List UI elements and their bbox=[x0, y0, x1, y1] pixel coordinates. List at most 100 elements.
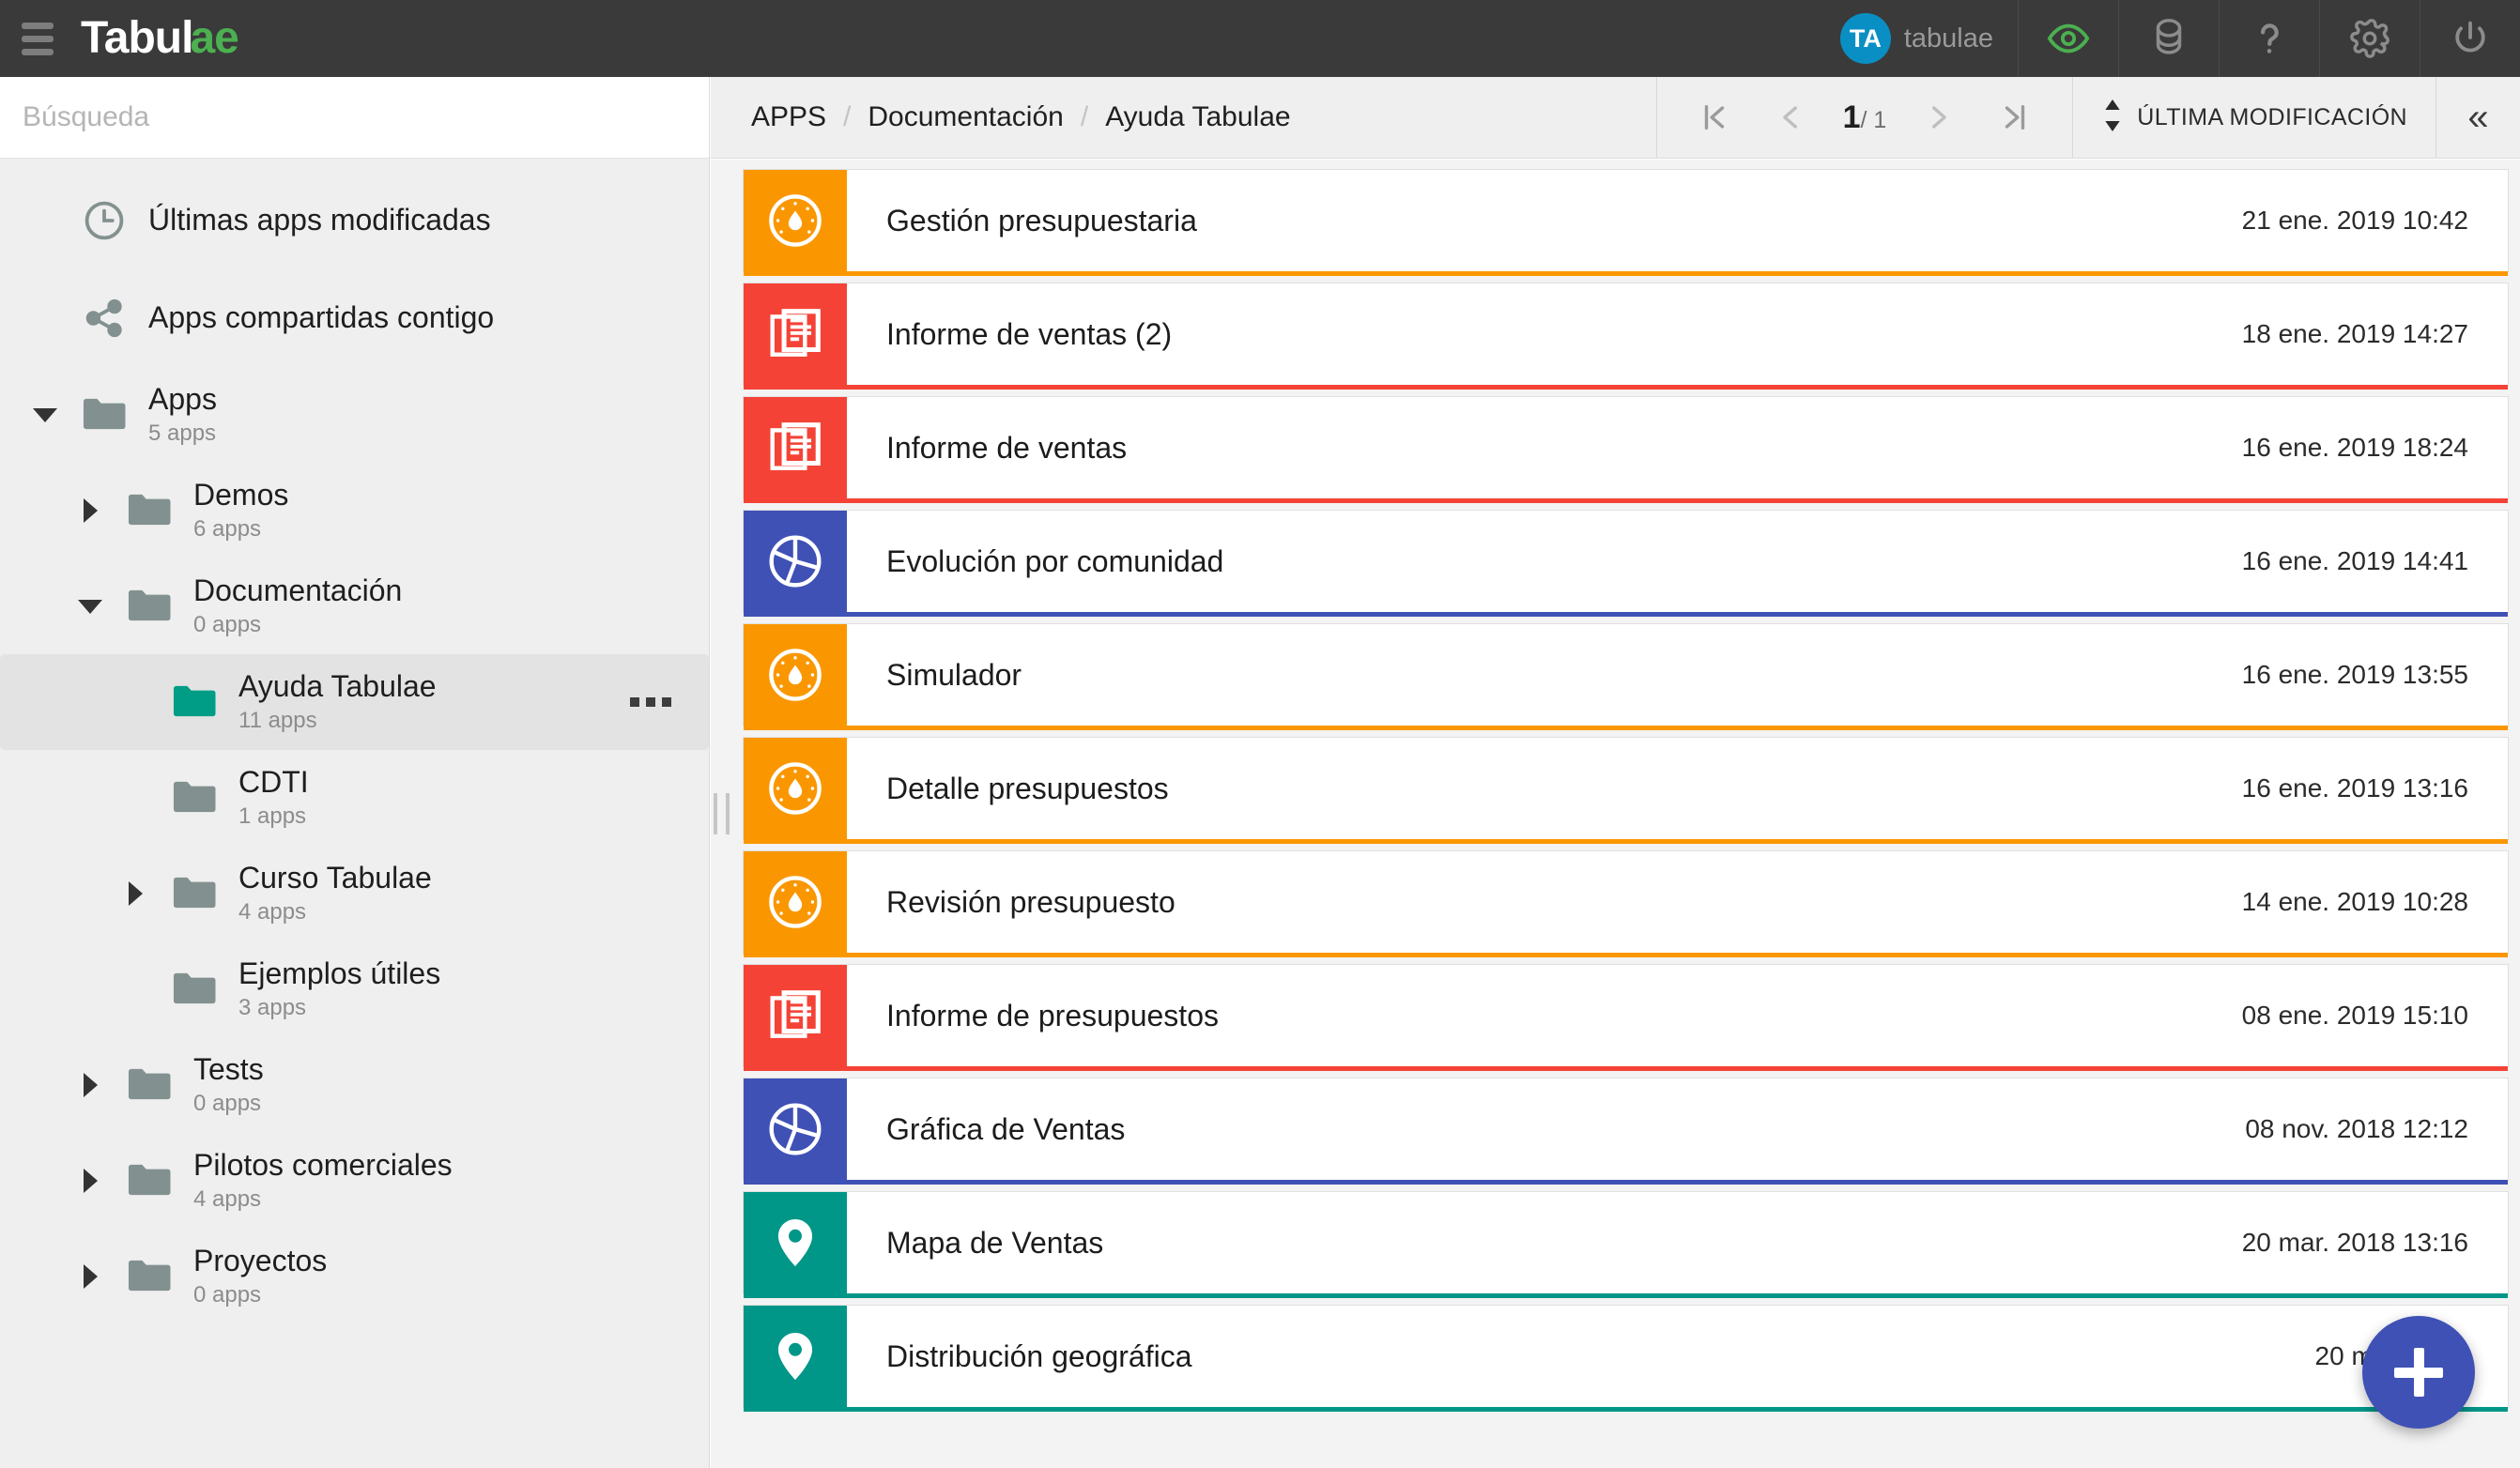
app-name: Gráfica de Ventas bbox=[886, 1111, 1126, 1146]
add-app-button[interactable] bbox=[2362, 1316, 2475, 1429]
user-menu[interactable]: TA tabulae bbox=[1823, 0, 2018, 77]
folder-options-icon[interactable] bbox=[630, 697, 671, 707]
database-icon[interactable] bbox=[2118, 0, 2219, 77]
app-modified-date: 16 ene. 2019 13:16 bbox=[2241, 773, 2468, 803]
previous-page-button[interactable] bbox=[1753, 77, 1830, 159]
folder-icon bbox=[116, 485, 182, 536]
current-page: 1 bbox=[1842, 99, 1861, 135]
sidebar-item-shared-apps[interactable]: Apps compartidas contigo bbox=[0, 269, 709, 367]
sidebar-item-label: Ejemplos útiles bbox=[238, 956, 441, 990]
search-bar[interactable] bbox=[0, 77, 709, 159]
power-icon[interactable] bbox=[2420, 0, 2520, 77]
first-page-button[interactable] bbox=[1676, 77, 1753, 159]
chevron-down-icon[interactable] bbox=[64, 599, 116, 614]
app-card[interactable]: Gráfica de Ventas 08 nov. 2018 12:12 bbox=[743, 1078, 2509, 1185]
app-logo[interactable]: Tabul ae bbox=[81, 13, 239, 63]
app-card[interactable]: Evolución por comunidad 16 ene. 2019 14:4… bbox=[743, 510, 2509, 617]
app-modified-date: 21 ene. 2019 10:42 bbox=[2241, 206, 2468, 235]
sidebar-item-text: Proyectos 0 apps bbox=[193, 1244, 327, 1310]
breadcrumb-separator: / bbox=[1080, 101, 1089, 132]
app-modified-date: 08 ene. 2019 15:10 bbox=[2241, 1001, 2468, 1030]
pie-icon bbox=[744, 511, 847, 612]
sidebar-folder-apps[interactable]: Apps 5 apps bbox=[0, 367, 709, 463]
sidebar-folder-curso-tabulae[interactable]: Curso Tabulae 4 apps bbox=[0, 846, 709, 941]
splitter-grip bbox=[713, 793, 730, 834]
eye-icon[interactable] bbox=[2018, 0, 2118, 77]
folder-icon bbox=[161, 772, 227, 823]
sidebar-item-recent-apps[interactable]: Últimas apps modificadas bbox=[0, 172, 709, 269]
sort-label: ÚLTIMA MODIFICACIÓN bbox=[2137, 103, 2407, 130]
breadcrumb-separator: / bbox=[843, 101, 852, 132]
tree-rows-container: Apps 5 apps Demos 6 apps Documentación 0 apps… bbox=[0, 367, 709, 1324]
sort-control[interactable]: ÚLTIMA MODIFICACIÓN bbox=[2072, 77, 2435, 158]
search-input[interactable] bbox=[23, 101, 668, 133]
username-label: tabulae bbox=[1903, 23, 1993, 54]
breadcrumb-item-apps[interactable]: APPS bbox=[751, 101, 826, 133]
app-name: Distribución geográfica bbox=[886, 1338, 1192, 1373]
logo-text-accent: ae bbox=[190, 13, 238, 63]
app-name: Gestión presupuestaria bbox=[886, 203, 1197, 237]
sidebar-folder-pilotos-comerciales[interactable]: Pilotos comerciales 4 apps bbox=[0, 1133, 709, 1229]
app-card[interactable]: Simulador 16 ene. 2019 13:55 bbox=[743, 623, 2509, 730]
total-pages: / 1 bbox=[1860, 106, 1887, 133]
folder-icon bbox=[71, 390, 137, 440]
sidebar-folder-ayuda-tabulae[interactable]: Ayuda Tabulae 11 apps bbox=[0, 654, 709, 750]
sidebar-item-label: Proyectos bbox=[193, 1243, 328, 1277]
sidebar-item-text: CDTI 1 apps bbox=[238, 765, 309, 832]
app-card[interactable]: Revisión presupuesto 14 ene. 2019 10:28 bbox=[743, 850, 2509, 957]
chevron-right-icon[interactable] bbox=[64, 1264, 116, 1289]
sidebar-folder-documentaci-n[interactable]: Documentación 0 apps bbox=[0, 558, 709, 654]
top-bar: Tabul ae TA tabulae bbox=[0, 0, 2520, 77]
sidebar-folder-cdti[interactable]: CDTI 1 apps bbox=[0, 750, 709, 846]
app-card[interactable]: Informe de ventas (2) 18 ene. 2019 14:27 bbox=[743, 283, 2509, 390]
sidebar-item-count: 4 apps bbox=[238, 899, 307, 925]
app-card[interactable]: Mapa de Ventas 20 mar. 2018 13:16 bbox=[743, 1191, 2509, 1298]
app-name: Revisión presupuesto bbox=[886, 884, 1175, 919]
breadcrumb-item-documentacion[interactable]: Documentación bbox=[868, 101, 1063, 133]
panel-splitter[interactable] bbox=[711, 160, 731, 1468]
chevron-down-icon[interactable] bbox=[19, 407, 71, 422]
chevron-right-icon[interactable] bbox=[64, 498, 116, 523]
sidebar-item-count: 0 apps bbox=[193, 1091, 262, 1117]
sidebar-item-text: Últimas apps modificadas bbox=[148, 203, 491, 238]
sidebar-item-text: Ayuda Tabulae 11 apps bbox=[238, 669, 437, 736]
chevron-right-icon[interactable] bbox=[64, 1169, 116, 1193]
chevron-right-icon[interactable] bbox=[109, 881, 161, 906]
sidebar-folder-demos[interactable]: Demos 6 apps bbox=[0, 463, 709, 558]
sidebar-item-label: Ayuda Tabulae bbox=[238, 668, 437, 703]
sidebar-item-label: Curso Tabulae bbox=[238, 860, 432, 895]
app-name: Evolución por comunidad bbox=[886, 543, 1224, 578]
folder-icon bbox=[116, 1251, 182, 1302]
app-card[interactable]: Informe de presupuestos 08 ene. 2019 15:1… bbox=[743, 964, 2509, 1071]
hamburger-icon[interactable] bbox=[0, 0, 75, 77]
sidebar-item-label: Apps compartidas contigo bbox=[148, 300, 495, 335]
chevron-right-icon[interactable] bbox=[64, 1073, 116, 1097]
app-card[interactable]: Informe de ventas 16 ene. 2019 18:24 bbox=[743, 396, 2509, 503]
sidebar-folder-tests[interactable]: Tests 0 apps bbox=[0, 1037, 709, 1133]
gauge-icon bbox=[744, 738, 847, 839]
help-icon[interactable] bbox=[2219, 0, 2319, 77]
sidebar-item-count: 0 apps bbox=[193, 1282, 262, 1308]
collapse-panel-button[interactable]: « bbox=[2435, 77, 2520, 158]
sidebar-item-count: 5 apps bbox=[148, 421, 217, 447]
sidebar-item-text: Pilotos comerciales 4 apps bbox=[193, 1148, 453, 1215]
app-card[interactable]: Gestión presupuestaria 21 ene. 2019 10:42 bbox=[743, 169, 2509, 276]
sidebar-item-label: Apps bbox=[148, 381, 217, 416]
app-card[interactable]: Detalle presupuestos 16 ene. 2019 13:16 bbox=[743, 737, 2509, 844]
avatar: TA bbox=[1839, 13, 1891, 64]
share-icon bbox=[71, 296, 137, 341]
next-page-button[interactable] bbox=[1899, 77, 1976, 159]
app-name: Simulador bbox=[886, 657, 1022, 692]
sidebar-item-label: Tests bbox=[193, 1051, 264, 1086]
sidebar-folder-proyectos[interactable]: Proyectos 0 apps bbox=[0, 1229, 709, 1324]
gauge-icon bbox=[744, 624, 847, 726]
app-modified-date: 14 ene. 2019 10:28 bbox=[2241, 887, 2468, 916]
breadcrumb-item-ayuda-tabulae[interactable]: Ayuda Tabulae bbox=[1105, 101, 1290, 133]
page-indicator: 1/ 1 bbox=[1830, 99, 1900, 136]
sidebar-folder-ejemplos-tiles[interactable]: Ejemplos útiles 3 apps bbox=[0, 941, 709, 1037]
app-card[interactable]: Distribución geográfica20 mar. 2018 bbox=[743, 1305, 2509, 1412]
sidebar-item-count: 11 apps bbox=[238, 708, 317, 734]
gauge-icon bbox=[744, 851, 847, 953]
last-page-button[interactable] bbox=[1976, 77, 2053, 159]
gear-icon[interactable] bbox=[2319, 0, 2420, 77]
